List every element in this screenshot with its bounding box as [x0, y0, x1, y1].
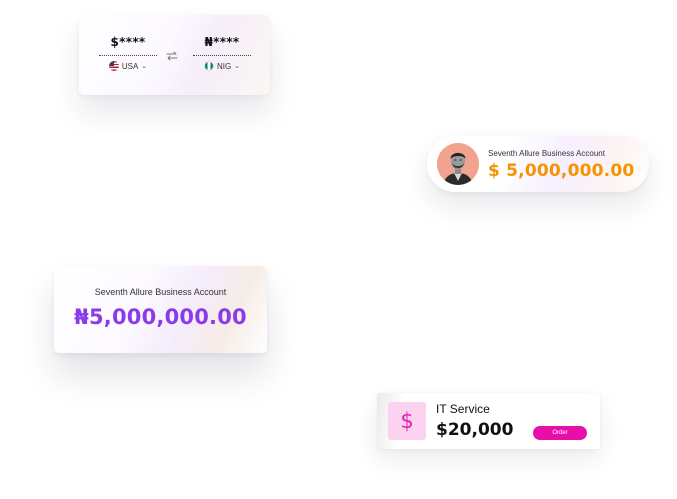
to-currency-label: NIG: [216, 61, 232, 71]
us-flag-icon: [108, 61, 119, 71]
service-card: $ IT Service $20,000 Order: [377, 393, 600, 449]
dollar-icon: $: [388, 402, 426, 440]
account-balance: ₦5,000,000.00: [74, 305, 247, 329]
to-amount-underline: [193, 55, 251, 56]
to-currency-column: ₦**** NIG ⌄: [193, 35, 251, 71]
from-currency-column: $**** USA ⌄: [99, 35, 157, 71]
avatar: [437, 143, 479, 185]
chevron-down-icon: ⌄: [141, 63, 148, 70]
from-amount[interactable]: $****: [99, 35, 157, 50]
to-currency-select[interactable]: NIG ⌄: [193, 61, 251, 71]
currency-converter-card: $**** USA ⌄ ₦**** NIG ⌄: [79, 15, 270, 95]
user-photo-icon: [437, 143, 479, 185]
from-currency-select[interactable]: USA ⌄: [99, 61, 157, 71]
from-currency-label: USA: [121, 61, 139, 71]
account-name: Seventh Allure Business Account: [488, 149, 605, 158]
dollar-glyph: $: [400, 408, 414, 433]
account-balance: $ 5,000,000.00: [488, 161, 635, 181]
to-amount[interactable]: ₦****: [193, 35, 251, 50]
service-price: $20,000: [436, 420, 514, 440]
service-title: IT Service: [436, 402, 490, 416]
naira-balance-card: Seventh Allure Business Account ₦5,000,0…: [54, 266, 267, 353]
swap-arrows-icon[interactable]: [166, 51, 178, 61]
from-amount-underline: [99, 55, 157, 56]
chevron-down-icon: ⌄: [234, 63, 241, 70]
order-button[interactable]: Order: [533, 426, 587, 440]
profile-balance-card: Seventh Allure Business Account $ 5,000,…: [427, 136, 649, 192]
account-name: Seventh Allure Business Account: [94, 287, 227, 297]
nigeria-flag-icon: [203, 61, 214, 71]
